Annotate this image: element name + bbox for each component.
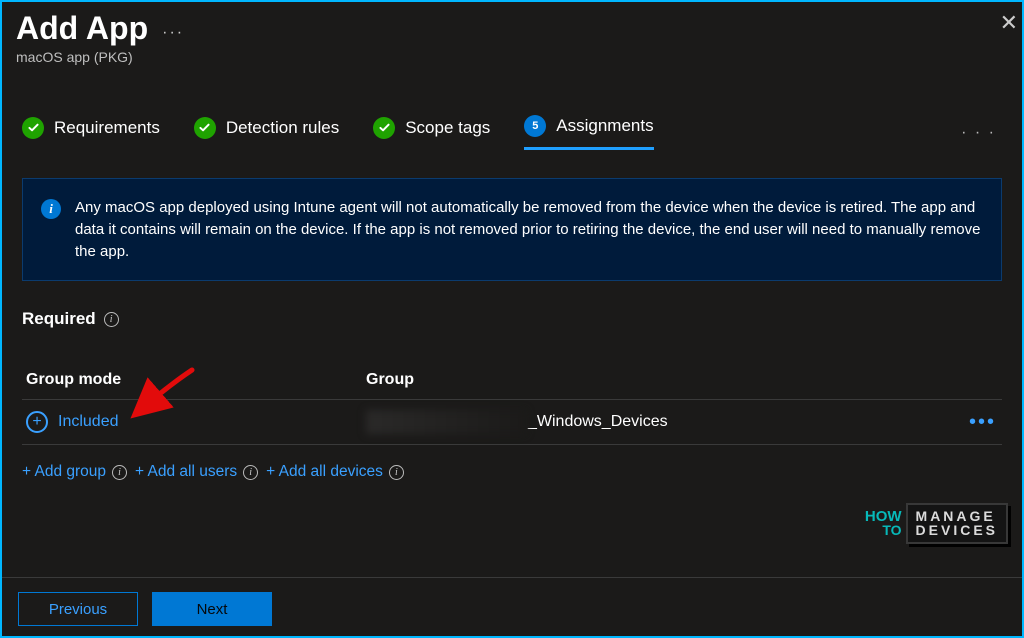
watermark: HOW TO MANAGE DEVICES <box>865 503 1008 544</box>
info-hint-icon[interactable]: i <box>389 465 404 480</box>
column-group: Group <box>366 371 998 389</box>
add-group-link[interactable]: + Add group i <box>22 463 127 481</box>
tab-label: Requirements <box>54 118 160 138</box>
add-all-users-label: + Add all users <box>135 463 237 481</box>
check-icon <box>194 117 216 139</box>
add-links: + Add group i + Add all users i + Add al… <box>22 463 1002 481</box>
redacted-group-prefix <box>366 410 526 434</box>
column-group-mode: Group mode <box>26 371 366 389</box>
previous-button[interactable]: Previous <box>18 592 138 626</box>
info-icon: i <box>41 199 61 219</box>
page-title: Add App <box>16 10 148 47</box>
table-row: + Included _Windows_Devices ••• <box>22 400 1002 445</box>
included-label: Included <box>58 413 119 431</box>
check-icon <box>373 117 395 139</box>
tab-label: Assignments <box>556 116 653 136</box>
tab-scope-tags[interactable]: Scope tags <box>373 117 490 149</box>
watermark-line1: MANAGE <box>916 509 998 524</box>
step-number-icon: 5 <box>524 115 546 137</box>
add-all-devices-label: + Add all devices <box>266 463 383 481</box>
info-banner-text: Any macOS app deployed using Intune agen… <box>75 197 983 262</box>
group-name: _Windows_Devices <box>528 413 668 431</box>
tab-label: Scope tags <box>405 118 490 138</box>
tab-assignments[interactable]: 5 Assignments <box>524 115 653 150</box>
add-all-devices-link[interactable]: + Add all devices i <box>266 463 404 481</box>
title-more-icon[interactable]: ··· <box>162 16 184 42</box>
check-icon <box>22 117 44 139</box>
info-hint-icon[interactable]: i <box>112 465 127 480</box>
info-hint-icon[interactable]: i <box>104 312 119 327</box>
tab-requirements[interactable]: Requirements <box>22 117 160 149</box>
wizard-footer: Previous Next <box>2 577 1022 636</box>
info-hint-icon[interactable]: i <box>243 465 258 480</box>
table-header: Group mode Group <box>22 371 1002 400</box>
wizard-tabs: Requirements Detection rules Scope tags … <box>2 115 1022 150</box>
tab-label: Detection rules <box>226 118 339 138</box>
tab-detection-rules[interactable]: Detection rules <box>194 117 339 149</box>
info-banner: i Any macOS app deployed using Intune ag… <box>22 178 1002 281</box>
tabs-more-icon[interactable]: · · · <box>961 124 1002 142</box>
watermark-to: TO <box>865 524 902 537</box>
next-button[interactable]: Next <box>152 592 272 626</box>
watermark-line2: DEVICES <box>916 523 998 538</box>
section-required-label: Required <box>22 309 96 329</box>
page-subtitle: macOS app (PKG) <box>16 49 1008 65</box>
row-more-icon[interactable]: ••• <box>969 411 998 434</box>
plus-circle-icon: + <box>26 411 48 433</box>
close-icon[interactable]: ✕ <box>996 8 1022 38</box>
add-all-users-link[interactable]: + Add all users i <box>135 463 258 481</box>
add-group-label: + Add group <box>22 463 106 481</box>
group-mode-included[interactable]: + Included <box>26 411 366 433</box>
